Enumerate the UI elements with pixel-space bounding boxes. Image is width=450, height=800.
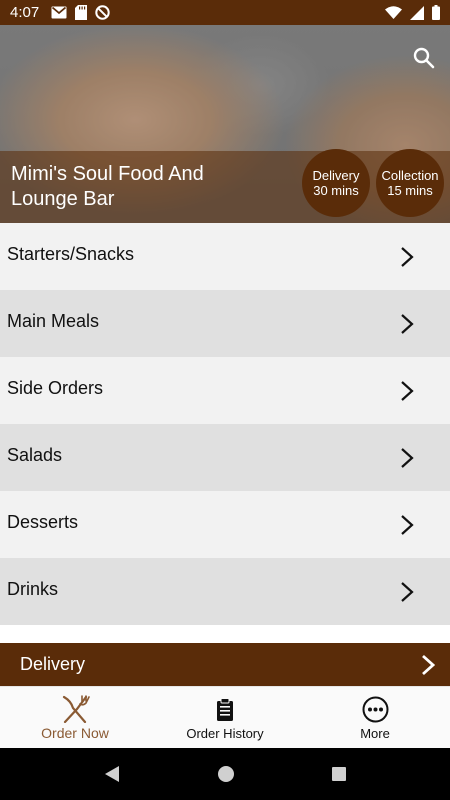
chevron-right-icon [401, 514, 414, 535]
delivery-badge-time: 30 mins [313, 183, 359, 198]
sd-card-icon [75, 5, 88, 20]
chevron-right-icon [401, 380, 414, 401]
category-salads[interactable]: Salads [0, 424, 450, 491]
nav-more[interactable]: More [300, 687, 450, 749]
restaurant-header-banner: Mimi's Soul Food And Lounge Bar Delivery… [0, 25, 450, 223]
order-mode-bar[interactable]: Delivery [0, 643, 450, 686]
chevron-right-icon [401, 313, 414, 334]
category-side-orders[interactable]: Side Orders [0, 357, 450, 424]
battery-icon [432, 5, 440, 20]
search-icon [413, 47, 435, 69]
system-navigation-bar [0, 748, 450, 800]
category-drinks[interactable]: Drinks [0, 558, 450, 625]
status-time: 4:07 [10, 4, 40, 21]
collection-badge-time: 15 mins [387, 183, 433, 198]
category-label: Side Orders [7, 378, 104, 398]
order-mode-label: Delivery [20, 654, 86, 674]
delivery-time-badge: Delivery 30 mins [302, 149, 370, 217]
delivery-badge-label: Delivery [312, 168, 360, 183]
bottom-navigation: Order Now Order History More [0, 686, 450, 749]
chevron-right-icon [401, 581, 414, 602]
notification-icons [51, 5, 110, 20]
chevron-right-icon [401, 447, 414, 468]
back-icon[interactable] [103, 765, 121, 783]
category-label: Starters/Snacks [7, 244, 135, 264]
category-main-meals[interactable]: Main Meals [0, 290, 450, 357]
home-icon[interactable] [217, 765, 235, 783]
category-label: Drinks [7, 579, 59, 599]
gmail-icon [51, 6, 67, 19]
chevron-right-icon [401, 246, 414, 267]
category-label: Desserts [7, 512, 79, 532]
chevron-right-icon [422, 654, 435, 675]
wifi-icon [385, 6, 402, 19]
status-bar: 4:07 [0, 0, 450, 25]
category-label: Salads [7, 445, 63, 465]
fork-knife-icon [62, 695, 90, 723]
no-disturb-icon [95, 5, 110, 20]
nav-order-history[interactable]: Order History [150, 687, 300, 749]
signal-icon [410, 5, 424, 20]
category-label: Main Meals [7, 311, 100, 331]
clipboard-icon [217, 697, 233, 721]
nav-label: Order History [186, 725, 264, 741]
category-desserts[interactable]: Desserts [0, 491, 450, 558]
recents-icon[interactable] [331, 766, 347, 782]
collection-time-badge: Collection 15 mins [376, 149, 444, 217]
menu-category-list: Starters/Snacks Main Meals Side Orders S… [0, 223, 450, 625]
category-starters-snacks[interactable]: Starters/Snacks [0, 223, 450, 290]
system-icons [385, 5, 440, 20]
more-dots-icon [362, 696, 388, 723]
nav-label: Order Now [41, 725, 109, 741]
search-button[interactable] [412, 46, 436, 70]
nav-label: More [360, 725, 390, 741]
collection-badge-label: Collection [381, 168, 439, 183]
restaurant-name: Mimi's Soul Food And Lounge Bar [11, 163, 204, 210]
nav-order-now[interactable]: Order Now [0, 687, 150, 749]
